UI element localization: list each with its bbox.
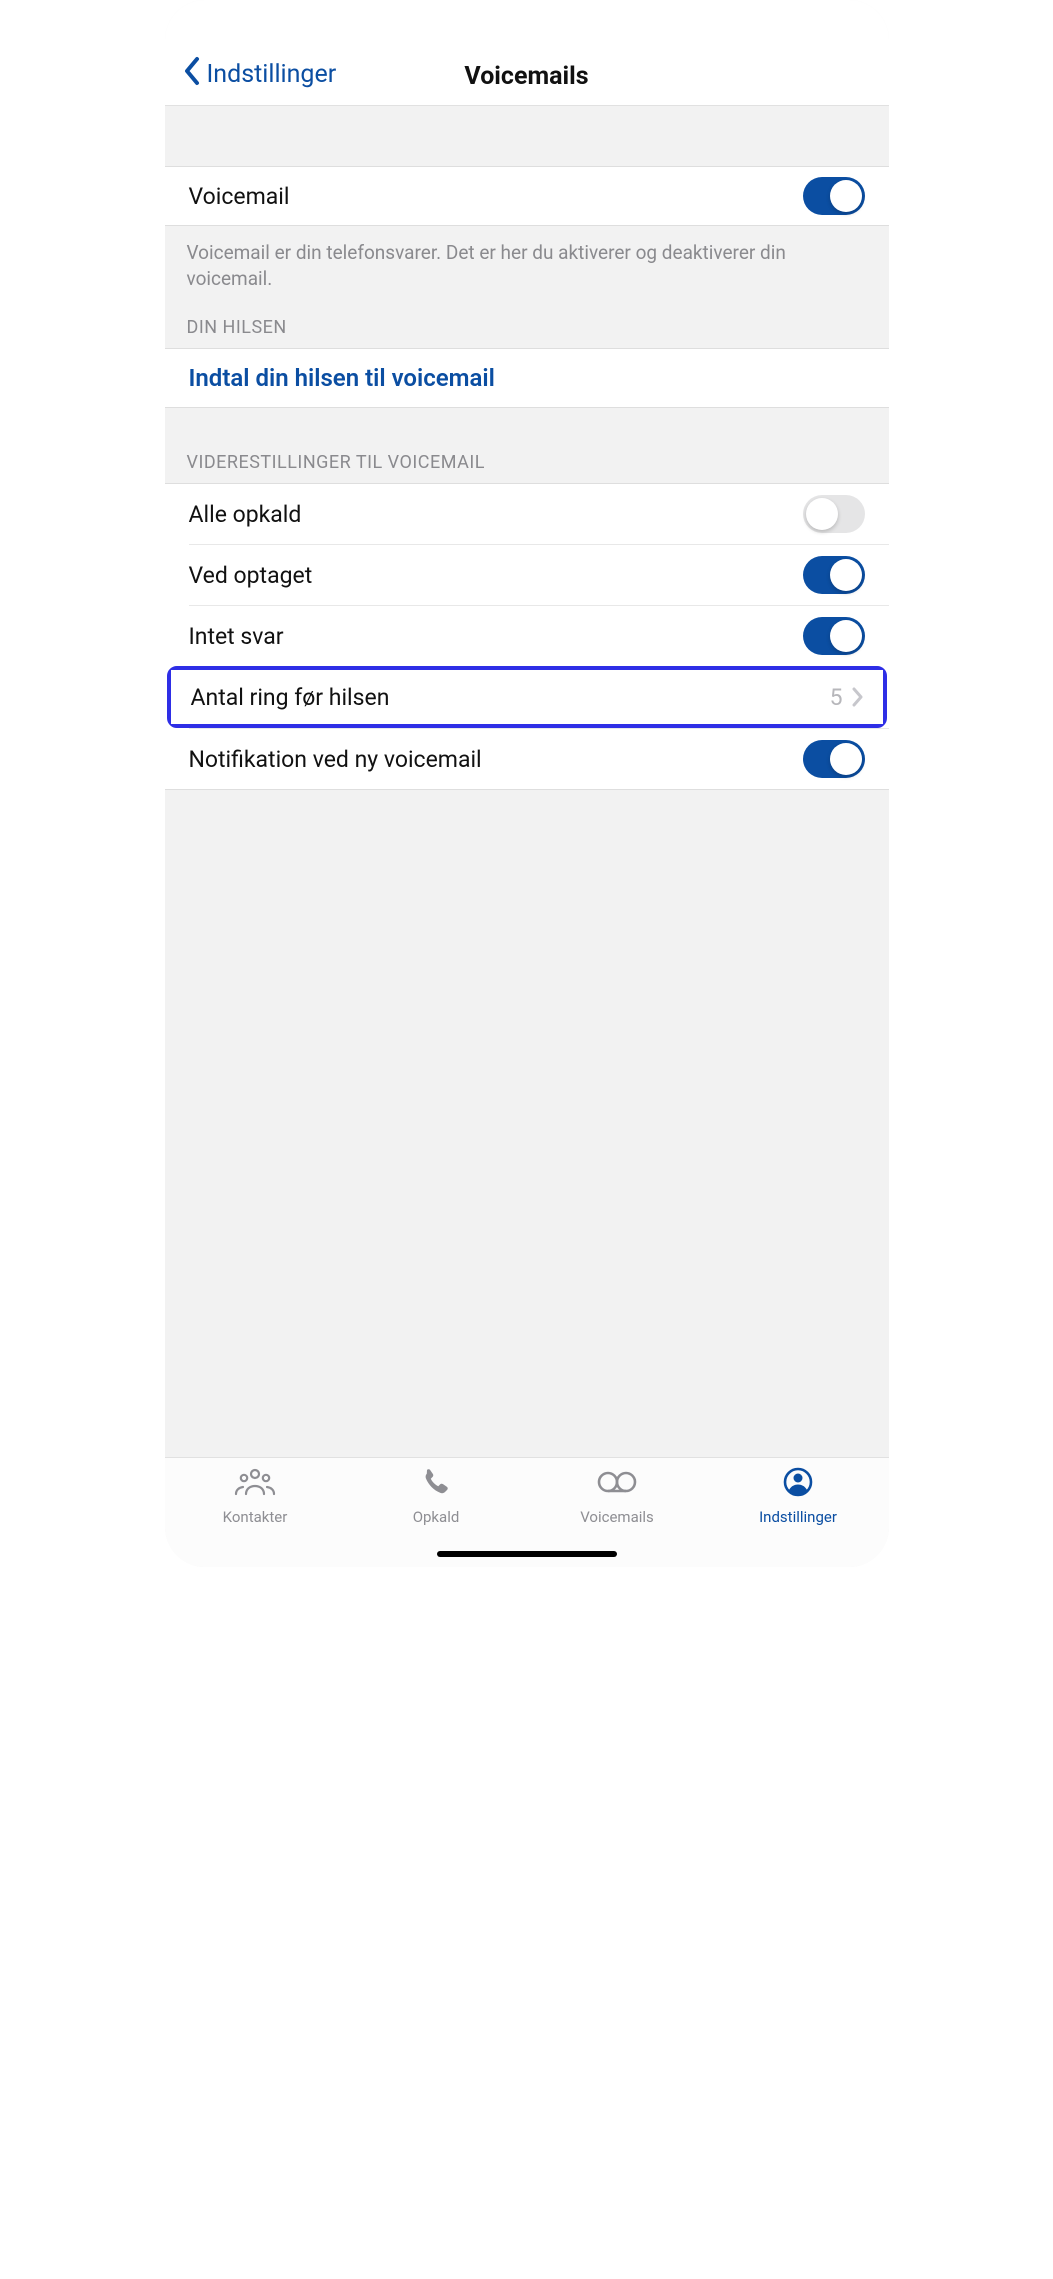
home-indicator[interactable] xyxy=(437,1551,617,1557)
no-answer-toggle[interactable] xyxy=(803,617,865,655)
greeting-section-header: DIN HILSEN xyxy=(165,317,889,348)
record-greeting-label: Indtal din hilsen til voicemail xyxy=(189,364,495,392)
record-greeting-link[interactable]: Indtal din hilsen til voicemail xyxy=(165,348,889,408)
back-button[interactable]: Indstillinger xyxy=(183,56,337,93)
voicemail-toggle[interactable] xyxy=(803,177,865,215)
phone-icon xyxy=(414,1466,458,1502)
back-label: Indstillinger xyxy=(207,60,337,89)
chevron-right-icon xyxy=(851,687,863,707)
tab-calls[interactable]: Opkald xyxy=(346,1466,527,1543)
navigation-bar: Indstillinger Voicemails xyxy=(165,0,889,106)
profile-icon xyxy=(776,1466,820,1502)
rings-before-greeting-value: 5 xyxy=(830,684,843,711)
no-answer-row: Intet svar xyxy=(165,606,889,666)
tab-contacts[interactable]: Kontakter xyxy=(165,1466,346,1543)
tab-settings[interactable]: Indstillinger xyxy=(708,1466,889,1543)
notification-row: Notifikation ved ny voicemail xyxy=(165,729,889,789)
content-area: Voicemail Voicemail er din telefonsvarer… xyxy=(165,106,889,1457)
busy-toggle[interactable] xyxy=(803,556,865,594)
voicemail-toggle-row: Voicemail xyxy=(165,166,889,226)
forwarding-section-header: VIDERESTILLINGER TIL VOICEMAIL xyxy=(165,408,889,483)
voicemail-toggle-label: Voicemail xyxy=(189,183,290,210)
tab-contacts-label: Kontakter xyxy=(223,1508,288,1526)
contacts-icon xyxy=(233,1466,277,1502)
voicemail-description: Voicemail er din telefonsvarer. Det er h… xyxy=(165,226,889,317)
notification-label: Notifikation ved ny voicemail xyxy=(189,746,482,773)
all-calls-label: Alle opkald xyxy=(189,501,302,528)
rings-before-greeting-label: Antal ring før hilsen xyxy=(191,684,390,711)
voicemail-icon xyxy=(595,1466,639,1502)
rings-before-greeting-row[interactable]: Antal ring før hilsen 5 xyxy=(171,670,883,724)
chevron-left-icon xyxy=(183,56,201,93)
tab-settings-label: Indstillinger xyxy=(759,1508,837,1526)
tab-voicemails[interactable]: Voicemails xyxy=(527,1466,708,1543)
all-calls-row: Alle opkald xyxy=(165,484,889,544)
no-answer-label: Intet svar xyxy=(189,623,284,650)
tab-voicemails-label: Voicemails xyxy=(580,1508,654,1526)
tab-calls-label: Opkald xyxy=(413,1508,460,1526)
notification-toggle[interactable] xyxy=(803,740,865,778)
busy-label: Ved optaget xyxy=(189,562,313,589)
busy-row: Ved optaget xyxy=(165,545,889,605)
rings-before-greeting-highlight: Antal ring før hilsen 5 xyxy=(167,666,887,728)
all-calls-toggle[interactable] xyxy=(803,495,865,533)
